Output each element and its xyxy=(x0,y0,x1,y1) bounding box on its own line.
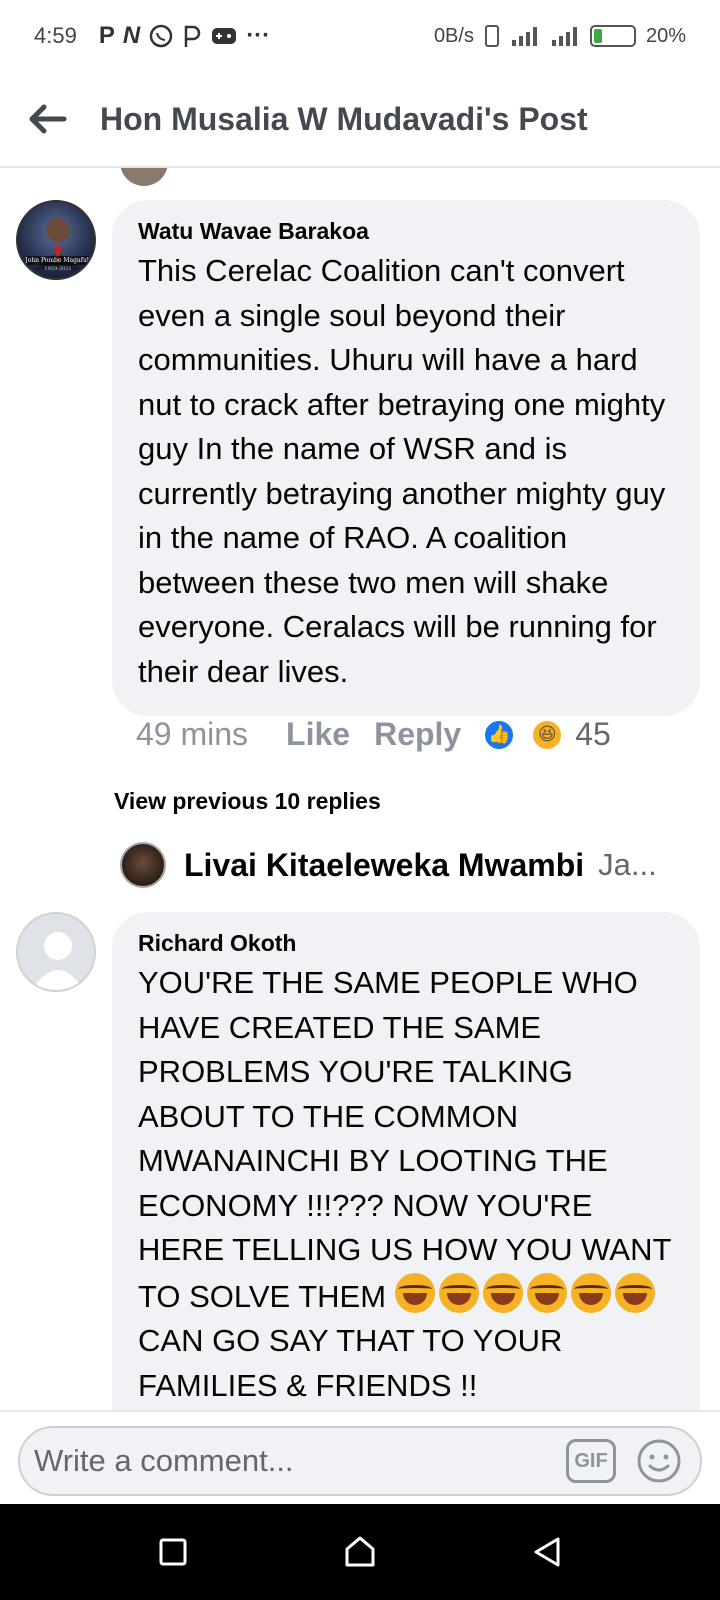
reply-snippet: Ja... xyxy=(598,847,657,882)
post-header: Hon Musalia W Mudavadi's Post xyxy=(0,72,720,168)
battery-percent: 20% xyxy=(645,24,686,47)
comment-time[interactable]: 49 mins xyxy=(136,716,248,753)
comment-bubble[interactable]: Watu Wavae Barakoa This Cerelac Coalitio… xyxy=(112,200,700,716)
comment-author[interactable]: Watu Wavae Barakoa xyxy=(138,218,674,245)
p-app-icon: P xyxy=(98,22,115,49)
laughing-emoji-icon xyxy=(394,1272,435,1313)
status-bar: 4:59 P N ··· 0B/s ⚡ 20% xyxy=(0,0,720,72)
laughing-emoji-row xyxy=(394,1272,659,1314)
avatar-image: John Pombe Magufuli 1959-2021 xyxy=(24,218,91,272)
p-outline-icon xyxy=(184,25,201,47)
laughing-emoji-icon xyxy=(438,1272,479,1313)
like-button[interactable]: Like xyxy=(286,716,350,753)
avatar xyxy=(120,842,166,888)
comment-composer: Write a comment... GIF xyxy=(0,1410,720,1504)
back-nav-icon[interactable] xyxy=(532,1536,562,1568)
reply-author: Livai Kitaeleweka Mwambi xyxy=(184,846,585,883)
battery-icon: ⚡ xyxy=(589,24,636,47)
system-nav-bar xyxy=(0,1504,720,1600)
whatsapp-icon xyxy=(149,24,173,48)
home-icon[interactable] xyxy=(343,1535,377,1569)
status-time: 4:59 xyxy=(34,23,77,48)
laughing-emoji-icon xyxy=(570,1272,611,1313)
avatar[interactable]: John Pombe Magufuli 1959-2021 xyxy=(16,200,96,280)
view-previous-replies[interactable]: View previous 10 replies xyxy=(114,788,381,815)
svg-text:1959-2021: 1959-2021 xyxy=(44,266,71,272)
comment-author[interactable]: Richard Okoth xyxy=(138,930,674,957)
comment-text-continued: CAN GO SAY THAT TO YOUR FAMILIES & FRIEN… xyxy=(138,1323,563,1403)
avatar xyxy=(120,168,168,186)
laughing-emoji-icon xyxy=(614,1272,655,1313)
recents-icon[interactable] xyxy=(158,1537,188,1567)
clipped-previous-item xyxy=(120,168,189,186)
net-speed: 0B/s xyxy=(433,24,474,47)
back-button[interactable] xyxy=(0,71,96,167)
reaction-count[interactable]: 45 xyxy=(575,716,611,753)
comment-text: YOU'RE THE SAME PEOPLE WHO HAVE CREATED … xyxy=(138,965,671,1314)
gif-button[interactable]: GIF xyxy=(566,1439,616,1483)
reactions-summary[interactable]: 👍 😆 xyxy=(483,718,564,751)
svg-text:John Pombe Magufuli: John Pombe Magufuli xyxy=(24,257,90,264)
notification-icons: P N ··· xyxy=(99,22,270,50)
phone-outline-icon xyxy=(484,25,499,47)
like-reaction-icon: 👍 xyxy=(483,718,516,751)
reply-button[interactable]: Reply xyxy=(374,716,461,753)
more-icon: ··· xyxy=(246,22,271,49)
comment-bubble[interactable]: Richard Okoth YOU'RE THE SAME PEOPLE WHO… xyxy=(112,912,700,1410)
comments-list[interactable]: John Pombe Magufuli 1959-2021 Watu Wavae… xyxy=(0,168,720,1410)
arrow-left-icon xyxy=(29,104,67,134)
comment-text: This Cerelac Coalition can't convert eve… xyxy=(138,253,666,689)
emoji-button-icon[interactable] xyxy=(636,1438,682,1484)
avatar[interactable] xyxy=(16,912,96,992)
comment-input[interactable]: Write a comment... GIF xyxy=(18,1426,702,1496)
signal-icon-2 xyxy=(551,27,577,46)
game-icon xyxy=(212,28,237,44)
comment-actions: 49 mins Like Reply 👍 😆 45 xyxy=(136,716,611,753)
default-avatar-icon xyxy=(32,932,84,990)
haha-reaction-icon: 😆 xyxy=(531,718,564,751)
comment-placeholder: Write a comment... xyxy=(34,1443,294,1478)
laughing-emoji-icon xyxy=(526,1272,567,1313)
laughing-emoji-icon xyxy=(482,1272,523,1313)
page-title: Hon Musalia W Mudavadi's Post xyxy=(100,100,588,137)
signal-icon xyxy=(511,27,537,46)
reply-preview[interactable]: Livai Kitaeleweka Mwambi Ja... xyxy=(120,842,657,888)
n-app-icon: N xyxy=(122,22,141,49)
